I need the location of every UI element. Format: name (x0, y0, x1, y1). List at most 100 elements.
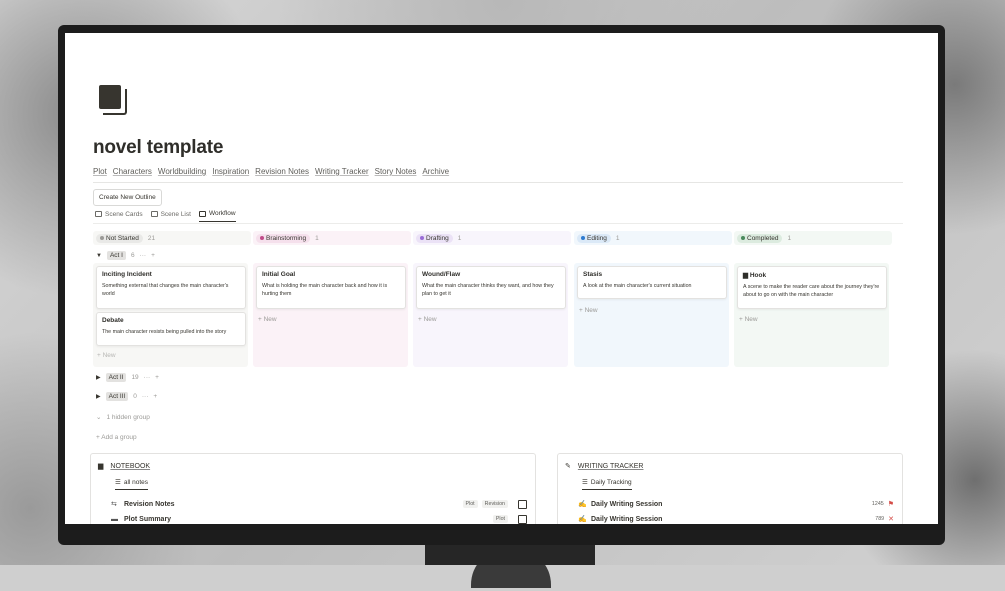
notebook-heading[interactable]: ▆ NOTEBOOK (98, 462, 150, 471)
hidden-groups-toggle[interactable]: ⌄ 1 hidden group (96, 413, 150, 422)
tag-badge: Revision (481, 500, 508, 508)
card-title: Wound/Flaw (422, 271, 461, 278)
notebook-icon: ▆ (98, 463, 104, 470)
card-title: ▆ Hook (743, 272, 767, 279)
column-count: 1 (315, 234, 319, 242)
status-dot-icon (741, 236, 745, 240)
view-tabs: Scene Cards Scene List Workflow (95, 210, 236, 222)
tab-daily-tracking[interactable]: ☰ Daily Tracking (582, 478, 632, 490)
card-description: Something external that changes the main… (102, 283, 229, 297)
column-header-editing[interactable]: Editing 1 (574, 231, 732, 245)
tab-all-notes[interactable]: ☰ all notes (115, 478, 149, 490)
group-count: 0 (133, 393, 137, 400)
list-item[interactable]: ✍ Daily Writing Session 1245 ⚑ (578, 497, 894, 511)
new-card-button[interactable]: + New (579, 307, 598, 314)
card-description: The main character resists being pulled … (102, 329, 227, 335)
divider (93, 182, 903, 183)
status-pill: Brainstorming (256, 233, 311, 243)
group-label: Act II (105, 373, 127, 382)
group-label: Act I (106, 251, 126, 260)
scene-card[interactable]: Inciting Incident Something external tha… (96, 266, 246, 309)
column-count: 1 (787, 234, 792, 242)
status-pill: Drafting (416, 233, 453, 243)
column-header-completed[interactable]: Completed 1 (734, 231, 892, 245)
column-count: 1 (457, 234, 462, 242)
group-row-act-iii[interactable]: ▶ Act III 0 ··· + (96, 392, 157, 401)
new-card-button[interactable]: + New (418, 316, 437, 323)
collapse-triangle-icon[interactable]: ▼ (96, 253, 102, 259)
page-title[interactable]: novel template (93, 137, 223, 159)
nav-link-writing-tracker[interactable]: Writing Tracker (315, 167, 369, 176)
status-dot-icon (100, 236, 104, 240)
new-card-button[interactable]: + New (739, 316, 758, 323)
writing-tracker-heading[interactable]: ✎ WRITING TRACKER (565, 462, 643, 471)
card-description: What is holding the main character back … (262, 283, 388, 297)
list-icon (150, 211, 158, 217)
column-header-brainstorming[interactable]: Brainstorming 1 (253, 231, 411, 245)
nav-link-characters[interactable]: Characters (113, 167, 152, 176)
nav-link-archive[interactable]: Archive (422, 167, 449, 176)
gallery-icon (95, 211, 102, 217)
divider (93, 223, 903, 224)
group-label: Act III (105, 392, 129, 401)
more-options-icon[interactable]: ··· (144, 374, 151, 381)
group-row-act-ii[interactable]: ▶ Act II 19 ··· + (96, 373, 159, 382)
notebook-panel: ▆ NOTEBOOK ☰ all notes ⇆ Revision Notes … (90, 453, 536, 524)
card-title: Initial Goal (262, 271, 296, 278)
edit-list-icon: ✍ (578, 516, 587, 523)
add-icon[interactable]: + (151, 252, 155, 259)
scene-card[interactable]: Wound/Flaw What the main character think… (416, 266, 566, 309)
list-item[interactable]: ⇆ Revision Notes Plot Revision (111, 497, 527, 511)
status-pill: Editing (577, 233, 611, 243)
board-icon (198, 210, 206, 217)
notion-page-screen: novel template Plot Characters Worldbuil… (65, 33, 938, 524)
list-icon: ☰ (115, 479, 121, 486)
add-icon[interactable]: + (155, 374, 159, 381)
status-pill: Not Started (96, 233, 143, 243)
nav-link-story-notes[interactable]: Story Notes (375, 167, 417, 176)
status-dot-icon (420, 236, 424, 240)
scene-card[interactable]: ▆ Hook A scene to make the reader care a… (737, 266, 887, 309)
list-item[interactable]: ✍ Daily Writing Session 789 ✕ (578, 512, 894, 524)
group-row-act-i[interactable]: ▼ Act I 6 ··· + (96, 251, 155, 260)
checkbox[interactable] (518, 514, 527, 524)
building-icon: ▆ (743, 272, 748, 279)
pen-icon: ✎ (565, 463, 571, 470)
list-icon: ☰ (582, 479, 588, 486)
more-options-icon[interactable]: ··· (140, 252, 147, 259)
group-count: 19 (131, 374, 139, 381)
close-icon: ✕ (888, 516, 894, 523)
nav-link-inspiration[interactable]: Inspiration (212, 167, 249, 176)
nav-link-plot[interactable]: Plot (93, 167, 107, 176)
card-description: What the main character thinks they want… (422, 283, 554, 297)
tab-workflow[interactable]: Workflow (198, 210, 236, 222)
create-new-outline-button[interactable]: Create New Outline (93, 189, 162, 206)
more-options-icon[interactable]: ··· (142, 393, 149, 400)
new-card-button[interactable]: + New (258, 316, 277, 323)
edit-list-icon: ✍ (578, 501, 587, 508)
expand-triangle-icon[interactable]: ▶ (96, 374, 101, 381)
add-icon[interactable]: + (153, 393, 157, 400)
column-header-not-started[interactable]: Not Started 21 (93, 231, 251, 245)
scene-card[interactable]: Stasis A look at the main character's cu… (577, 266, 727, 299)
tab-scene-cards[interactable]: Scene Cards (95, 210, 143, 222)
scene-card[interactable]: Debate The main character resists being … (96, 312, 246, 346)
card-title: Debate (102, 317, 124, 324)
nav-link-revision-notes[interactable]: Revision Notes (255, 167, 309, 176)
group-count: 6 (130, 252, 135, 259)
column-header-drafting[interactable]: Drafting 1 (413, 231, 571, 245)
nav-link-worldbuilding[interactable]: Worldbuilding (158, 167, 206, 176)
page-nav-links: Plot Characters Worldbuilding Inspiratio… (93, 167, 449, 176)
writing-tracker-panel: ✎ WRITING TRACKER ☰ Daily Tracking ✍ Dai… (557, 453, 903, 524)
card-title: Inciting Incident (102, 271, 152, 278)
card-description: A look at the main character's current s… (583, 283, 692, 289)
page-icon[interactable] (99, 85, 127, 115)
expand-triangle-icon[interactable]: ▶ (96, 393, 101, 400)
scene-card[interactable]: Initial Goal What is holding the main ch… (256, 266, 406, 309)
new-card-button[interactable]: + New (97, 352, 116, 359)
list-item[interactable]: ▬ Plot Summary Plot (111, 512, 527, 524)
add-group-button[interactable]: + Add a group (96, 434, 137, 441)
chevron-down-icon: ⌄ (96, 414, 102, 421)
checkbox[interactable] (518, 499, 527, 509)
tab-scene-list[interactable]: Scene List (150, 210, 191, 222)
